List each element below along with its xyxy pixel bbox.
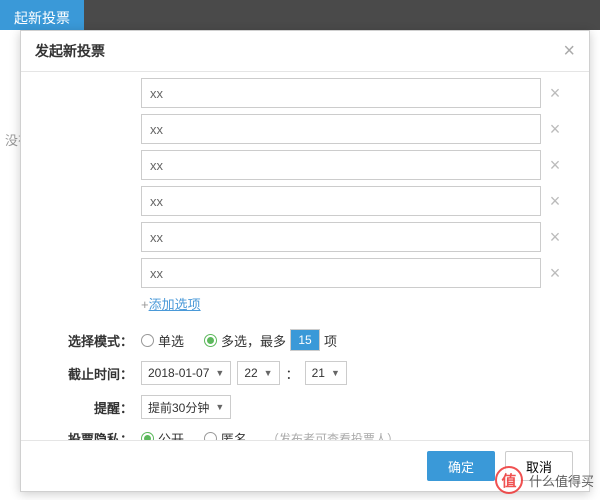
modal-body: × × × × × × +添加选项 选择模式： 单选 多选，最多 15 项 截止时间：: [21, 72, 589, 440]
reminder-select[interactable]: 提前30分钟 ▼: [141, 395, 231, 419]
reminder-value: 提前30分钟: [148, 399, 209, 416]
remove-option-icon[interactable]: ×: [541, 83, 569, 104]
remove-option-icon[interactable]: ×: [541, 155, 569, 176]
add-option-row: +添加选项: [41, 294, 569, 313]
deadline-row: 截止时间： 2018-01-07 ▼ 22 ▼ ： 21 ▼: [41, 361, 569, 385]
modal-footer: 确定 取消: [21, 440, 589, 491]
add-option-link[interactable]: 添加选项: [149, 297, 201, 312]
plus-icon: +: [141, 297, 149, 312]
privacy-public-radio[interactable]: 公开: [141, 429, 184, 440]
mode-multi-radio[interactable]: 多选，最多 15 项: [204, 329, 337, 351]
radio-icon: [141, 432, 154, 440]
reminder-label: 提醒：: [41, 398, 141, 417]
privacy-anon-label: 匿名: [221, 429, 247, 440]
chevron-down-icon: ▼: [215, 402, 224, 412]
remove-option-icon[interactable]: ×: [541, 191, 569, 212]
mode-multi-prefix: 多选，最多: [221, 331, 286, 350]
option-input[interactable]: [141, 150, 541, 180]
mode-single-label: 单选: [158, 331, 184, 350]
mode-multi-max-input[interactable]: 15: [290, 329, 320, 351]
privacy-label: 投票隐私：: [41, 429, 141, 440]
deadline-hour-value: 22: [244, 366, 257, 380]
remove-option-icon[interactable]: ×: [541, 227, 569, 248]
deadline-minute-select[interactable]: 21 ▼: [305, 361, 347, 385]
radio-icon: [141, 334, 154, 347]
cancel-button[interactable]: 取消: [505, 451, 573, 481]
option-input[interactable]: [141, 78, 541, 108]
deadline-date-value: 2018-01-07: [148, 366, 209, 380]
chevron-down-icon: ▼: [331, 368, 340, 378]
remove-option-icon[interactable]: ×: [541, 119, 569, 140]
mode-row: 选择模式： 单选 多选，最多 15 项: [41, 329, 569, 351]
chevron-down-icon: ▼: [264, 368, 273, 378]
modal-title: 发起新投票: [35, 41, 105, 61]
privacy-hint: （发布者可查看投票人）: [267, 430, 399, 440]
chevron-down-icon: ▼: [215, 368, 224, 378]
remove-option-icon[interactable]: ×: [541, 263, 569, 284]
privacy-public-label: 公开: [158, 429, 184, 440]
option-row: ×: [41, 186, 569, 216]
option-row: ×: [41, 150, 569, 180]
option-row: ×: [41, 114, 569, 144]
option-input[interactable]: [141, 114, 541, 144]
option-input[interactable]: [141, 222, 541, 252]
modal-header: 发起新投票 ×: [21, 31, 589, 72]
option-input[interactable]: [141, 258, 541, 288]
mode-label: 选择模式：: [41, 331, 141, 350]
ok-button[interactable]: 确定: [427, 451, 495, 481]
option-row: ×: [41, 78, 569, 108]
reminder-row: 提醒： 提前30分钟 ▼: [41, 395, 569, 419]
deadline-date-select[interactable]: 2018-01-07 ▼: [141, 361, 231, 385]
deadline-minute-value: 21: [312, 366, 325, 380]
mode-single-radio[interactable]: 单选: [141, 331, 184, 350]
radio-icon: [204, 432, 217, 440]
deadline-label: 截止时间：: [41, 364, 141, 383]
radio-icon: [204, 334, 217, 347]
privacy-anon-radio[interactable]: 匿名: [204, 429, 247, 440]
mode-multi-suffix: 项: [324, 331, 337, 350]
privacy-row: 投票隐私： 公开 匿名 （发布者可查看投票人）: [41, 429, 569, 440]
option-input[interactable]: [141, 186, 541, 216]
option-row: ×: [41, 258, 569, 288]
deadline-hour-select[interactable]: 22 ▼: [237, 361, 279, 385]
close-icon[interactable]: ×: [563, 41, 575, 61]
create-poll-modal: 发起新投票 × × × × × × × +添加选项 选择模式： 单选 多选，最多 15 项: [20, 30, 590, 492]
time-separator: ：: [286, 364, 299, 383]
option-row: ×: [41, 222, 569, 252]
